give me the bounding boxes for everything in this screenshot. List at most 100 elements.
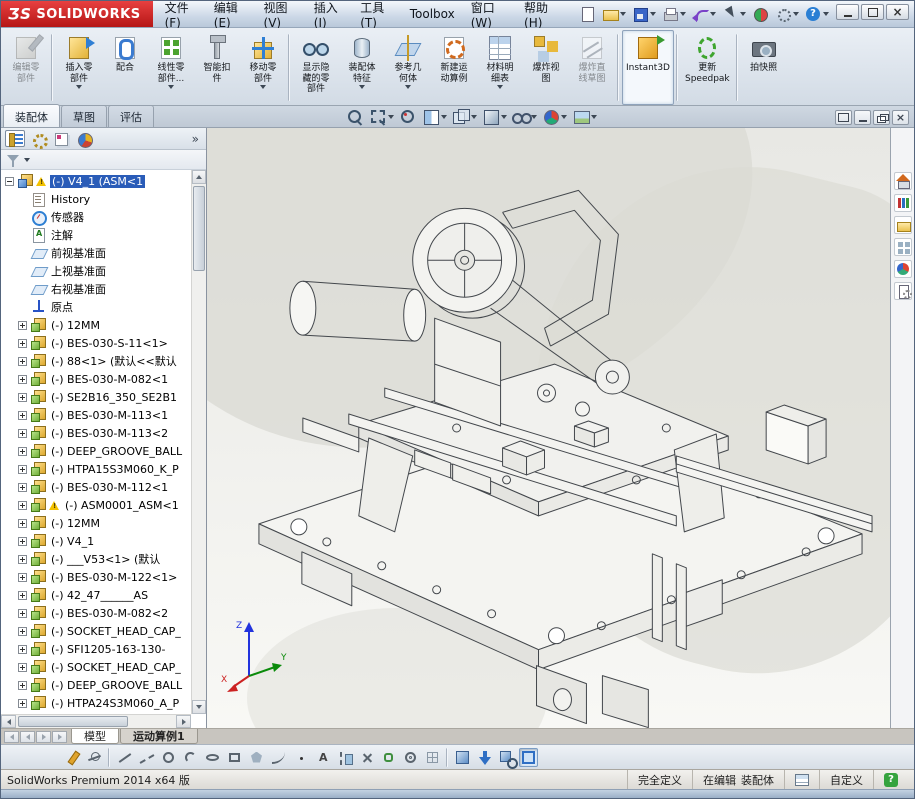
quick-toolbar-button[interactable]: [690, 5, 718, 23]
task-pane-tab[interactable]: [894, 260, 912, 278]
command-button[interactable]: 拍快照: [741, 30, 787, 105]
tree-item[interactable]: (-) 42_47______AS: [2, 586, 190, 604]
tree-item[interactable]: (-) SFI1205-163-130-: [2, 640, 190, 658]
command-button[interactable]: [617, 34, 620, 101]
tree-item[interactable]: (-) BES-030-M-082<2: [2, 604, 190, 622]
command-button[interactable]: [676, 34, 679, 101]
tree-item[interactable]: (-) HTPA24S3M060_A_P: [2, 694, 190, 712]
sketch-tool-button[interactable]: [453, 748, 472, 767]
sketch-tool-button[interactable]: [159, 748, 178, 767]
quick-toolbar-button[interactable]: [750, 5, 771, 23]
sketch-tool-button[interactable]: [203, 748, 222, 767]
quick-toolbar-button[interactable]: [720, 5, 748, 23]
tree-item[interactable]: (-) ___V53<1> (默认: [2, 550, 190, 568]
expand-toggle-icon[interactable]: [18, 411, 27, 420]
menu-item[interactable]: 工具(T): [352, 1, 402, 27]
expand-toggle-icon[interactable]: [5, 177, 14, 186]
tree-item[interactable]: 注解: [2, 226, 190, 244]
sketch-tool-button[interactable]: [475, 748, 494, 767]
sketch-tool-button[interactable]: [181, 748, 200, 767]
command-button[interactable]: 移动零 部件: [240, 30, 286, 105]
expand-toggle-icon[interactable]: [18, 429, 27, 438]
sketch-tool-button[interactable]: [115, 748, 134, 767]
expand-toggle-icon[interactable]: [18, 483, 27, 492]
command-button[interactable]: 配合: [102, 30, 148, 105]
ribbon-tab[interactable]: 草图: [61, 105, 107, 127]
expand-toggle-icon[interactable]: [18, 573, 27, 582]
window-button[interactable]: [861, 4, 884, 20]
task-pane-tab[interactable]: [894, 194, 912, 212]
command-button[interactable]: 智能扣 件: [194, 30, 240, 105]
tab-nav-button[interactable]: [20, 731, 35, 743]
panel-tab[interactable]: [51, 130, 71, 147]
command-button[interactable]: [736, 34, 739, 101]
scroll-down-button[interactable]: [192, 700, 206, 714]
sketch-tool-button[interactable]: [85, 748, 104, 767]
document-window-button[interactable]: [854, 110, 871, 125]
tree-item[interactable]: 右视基准面: [2, 280, 190, 298]
command-button[interactable]: 更新 Speedpak: [681, 30, 734, 105]
tree-item[interactable]: (-) V4_1: [2, 532, 190, 550]
command-button[interactable]: 爆炸直 线草图: [569, 30, 615, 105]
tab-nav-button[interactable]: [36, 731, 51, 743]
quick-toolbar-button[interactable]: [577, 5, 598, 23]
sketch-tool-button[interactable]: [313, 748, 332, 767]
expand-toggle-icon[interactable]: [18, 519, 27, 528]
command-button[interactable]: 参考几 何体: [385, 30, 431, 105]
units-selector[interactable]: 自定义: [819, 770, 873, 789]
expand-toggle-icon[interactable]: [18, 699, 27, 708]
sketch-tool-button[interactable]: [401, 748, 420, 767]
quick-toolbar-button[interactable]: [773, 5, 801, 23]
tree-vertical-scrollbar[interactable]: [191, 170, 206, 714]
command-button[interactable]: Instant3D: [622, 30, 674, 105]
tab-nav-button[interactable]: [52, 731, 67, 743]
help-icon[interactable]: ?: [884, 773, 898, 787]
ribbon-tab[interactable]: 评估: [108, 105, 154, 127]
expand-toggle-icon[interactable]: [18, 501, 27, 510]
menu-item[interactable]: 窗口(W): [463, 1, 516, 27]
expand-toggle-icon[interactable]: [18, 663, 27, 672]
expand-toggle-icon[interactable]: [18, 447, 27, 456]
view-tool-button[interactable]: [481, 108, 508, 126]
tree-item[interactable]: (-) BES-030-M-082<1: [2, 370, 190, 388]
sketch-tool-button[interactable]: [379, 748, 398, 767]
command-button[interactable]: 显示隐 藏的零 部件: [293, 30, 339, 105]
tree-item[interactable]: (-) SE2B16_350_SE2B1: [2, 388, 190, 406]
window-button[interactable]: [836, 4, 859, 20]
task-pane-tab[interactable]: [894, 172, 912, 190]
panel-tab[interactable]: [28, 130, 48, 147]
command-button[interactable]: 材料明 细表: [477, 30, 523, 105]
tree-item[interactable]: (-) V4_1 (ASM<1: [2, 172, 190, 190]
graphics-area[interactable]: Z Y X: [207, 128, 890, 728]
view-tool-button[interactable]: [451, 108, 478, 126]
sketch-tool-button[interactable]: [335, 748, 354, 767]
tree-item[interactable]: (-) BES-030-M-112<1: [2, 478, 190, 496]
tree-item[interactable]: (-) HTPA15S3M060_K_P: [2, 460, 190, 478]
command-button[interactable]: 爆炸视 图: [523, 30, 569, 105]
view-tool-button[interactable]: [541, 108, 568, 126]
filter-funnel-icon[interactable]: [5, 152, 21, 168]
tree-item[interactable]: (-) BES-030-M-122<1>: [2, 568, 190, 586]
sheet-grid-icon[interactable]: [795, 774, 809, 786]
expand-toggle-icon[interactable]: [18, 555, 27, 564]
document-tab[interactable]: 运动算例1: [120, 729, 198, 744]
sketch-tool-button[interactable]: [423, 748, 442, 767]
scroll-thumb[interactable]: [18, 716, 128, 727]
menu-item[interactable]: 编辑(E): [206, 1, 256, 27]
tree-item[interactable]: (-) SOCKET_HEAD_CAP_: [2, 658, 190, 676]
command-button[interactable]: 线性零 部件...: [148, 30, 194, 105]
document-window-button[interactable]: [892, 110, 909, 125]
panel-tab[interactable]: [74, 130, 94, 147]
expand-toggle-icon[interactable]: [18, 357, 27, 366]
view-tool-button[interactable]: [368, 108, 395, 126]
window-button[interactable]: [886, 4, 909, 20]
expand-toggle-icon[interactable]: [18, 537, 27, 546]
document-window-button[interactable]: [835, 110, 852, 125]
sketch-tool-button[interactable]: [63, 748, 82, 767]
tree-item[interactable]: (-) DEEP_GROOVE_BALL: [2, 442, 190, 460]
tree-item[interactable]: (-) 12MM: [2, 316, 190, 334]
sketch-tool-button[interactable]: [291, 748, 310, 767]
sketch-tool-button[interactable]: [357, 748, 376, 767]
command-button[interactable]: 编辑零 部件: [3, 30, 49, 105]
menu-item[interactable]: 文件(F): [157, 1, 206, 27]
